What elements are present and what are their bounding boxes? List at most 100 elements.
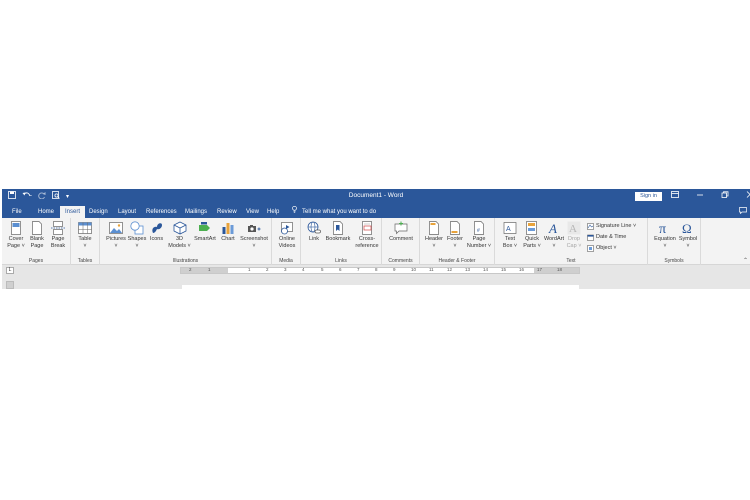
comment-button[interactable]: Comment: [386, 221, 416, 243]
ruler-number: 18: [557, 267, 563, 272]
group-header-footer: Header ˅ Footer ˅ # Page Number ˅ Header…: [420, 218, 495, 265]
group-pages: Cover Page ˅ Blank Page Page Break Pages: [2, 218, 71, 265]
text-box-button[interactable]: A Text Box ˅: [499, 221, 521, 250]
tab-selector[interactable]: L: [6, 267, 14, 274]
pi-icon: π: [659, 222, 666, 235]
table-button[interactable]: Table ˅: [75, 221, 95, 250]
wordart-button[interactable]: A WordArt ˅: [542, 221, 566, 250]
group-media: Online Videos Media: [272, 218, 301, 265]
collapse-ribbon-icon[interactable]: ⌃: [743, 257, 748, 264]
group-text: A Text Box ˅ Quick Parts ˅ A WordArt ˅ A…: [495, 218, 648, 265]
ruler-number: 3: [284, 267, 287, 272]
link-icon: [307, 221, 321, 234]
online-videos-button[interactable]: Online Videos: [275, 221, 299, 250]
window-controls: [670, 191, 750, 202]
group-label-tables: Tables: [77, 258, 93, 264]
symbol-button[interactable]: Ω Symbol ˅: [677, 221, 699, 250]
page-number-button[interactable]: # Page Number ˅: [466, 221, 492, 250]
tab-home[interactable]: Home: [35, 206, 57, 218]
ruler-number: 4: [302, 267, 305, 272]
tab-insert[interactable]: Insert: [60, 206, 85, 218]
online-video-icon: [281, 222, 293, 235]
page-number-icon: #: [474, 221, 484, 235]
ribbon-display-options-icon[interactable]: [670, 191, 680, 202]
page-break-button[interactable]: Page Break: [48, 221, 68, 250]
bookmark-button[interactable]: Bookmark: [324, 221, 352, 243]
tab-references[interactable]: References: [143, 206, 180, 218]
cover-page-icon: [11, 221, 21, 235]
tab-mailings[interactable]: Mailings: [182, 206, 210, 218]
shapes-button[interactable]: Shapes ˅: [127, 221, 147, 250]
tell-me-text: Tell me what you want to do: [302, 209, 377, 215]
3d-models-button[interactable]: 3D Models ˅: [167, 221, 192, 250]
header-icon: [429, 221, 439, 235]
cross-reference-icon: [362, 221, 372, 235]
object-button[interactable]: Object ˅: [587, 244, 617, 252]
ruler-number: 1: [208, 267, 211, 272]
tab-design[interactable]: Design: [86, 206, 111, 218]
comments-pane-icon[interactable]: [739, 207, 747, 216]
group-label-text: Text: [566, 258, 576, 264]
tab-view[interactable]: View: [243, 206, 262, 218]
tab-file[interactable]: File: [9, 206, 25, 218]
tab-help[interactable]: Help: [264, 206, 282, 218]
ruler-number: 7: [357, 267, 360, 272]
icons-button[interactable]: Icons: [148, 221, 165, 243]
close-icon[interactable]: [745, 191, 750, 202]
svg-text:A: A: [506, 226, 511, 233]
svg-text:A: A: [548, 221, 557, 235]
group-label-links: Links: [335, 258, 347, 264]
icons-insert-icon: [151, 223, 162, 233]
equation-button[interactable]: π Equation ˅: [651, 221, 679, 250]
footer-button[interactable]: Footer ˅: [445, 221, 465, 250]
ruler-number: 1: [248, 267, 251, 272]
minimize-icon[interactable]: [695, 191, 705, 202]
signature-line-button[interactable]: Signature Line ˅: [587, 222, 636, 230]
document-page[interactable]: [182, 285, 579, 289]
ruler-number: 6: [339, 267, 342, 272]
cover-page-button[interactable]: Cover Page ˅: [6, 221, 26, 250]
smartart-icon: [199, 222, 210, 231]
link-button[interactable]: Link: [305, 221, 323, 243]
omega-icon: Ω: [682, 221, 692, 235]
wordart-icon: A: [548, 221, 557, 235]
group-label-media: Media: [279, 258, 293, 264]
screenshot-button[interactable]: Screenshot ˅: [238, 221, 270, 250]
drop-cap-icon: A: [567, 221, 581, 235]
header-button[interactable]: Header ˅: [423, 221, 445, 250]
chart-button[interactable]: Chart: [218, 221, 238, 243]
group-label-comments: Comments: [388, 258, 413, 264]
title-bar: ▾ Document1 - Word Sign in: [2, 189, 750, 204]
sign-in-button[interactable]: Sign in: [635, 192, 662, 201]
quick-parts-button[interactable]: Quick Parts ˅: [521, 221, 543, 250]
smartart-button[interactable]: SmartArt: [193, 221, 217, 243]
ribbon-tabs: File Home Insert Design Layout Reference…: [2, 204, 750, 218]
ruler-number: 17: [537, 267, 543, 272]
drop-cap-button[interactable]: A Drop Cap ˅: [565, 221, 583, 250]
group-symbols: π Equation ˅ Ω Symbol ˅ Symbols: [648, 218, 701, 265]
restore-icon[interactable]: [720, 191, 730, 202]
group-label-header-footer: Header & Footer: [438, 258, 476, 264]
date-time-button[interactable]: Date & Time: [587, 233, 626, 241]
cube-icon: [173, 221, 186, 235]
svg-text:Ω: Ω: [682, 221, 692, 235]
tab-layout[interactable]: Layout: [115, 206, 139, 218]
lightbulb-icon: [292, 205, 297, 218]
tab-review[interactable]: Review: [214, 206, 240, 218]
vertical-ruler[interactable]: [6, 281, 14, 289]
cross-reference-button[interactable]: Cross- reference: [353, 221, 381, 250]
horizontal-ruler[interactable]: 2 1 1 2 3 4 5 6 7 8 9 10 11 12 13 14 15 …: [180, 267, 580, 274]
pictures-button[interactable]: Pictures ˅: [104, 221, 128, 250]
svg-text:π: π: [659, 222, 666, 235]
blank-page-icon: [32, 221, 42, 235]
bookmark-icon: [333, 221, 343, 235]
ruler-number: 14: [483, 267, 489, 272]
ruler-number: 10: [411, 267, 417, 272]
object-icon: [587, 244, 594, 252]
group-label-pages: Pages: [28, 258, 44, 264]
group-tables: Table ˅ Tables: [71, 218, 100, 265]
ruler-number: 5: [321, 267, 324, 272]
svg-text:#: #: [477, 228, 480, 234]
tell-me-search[interactable]: Tell me what you want to do: [292, 205, 377, 218]
blank-page-button[interactable]: Blank Page: [27, 221, 47, 250]
